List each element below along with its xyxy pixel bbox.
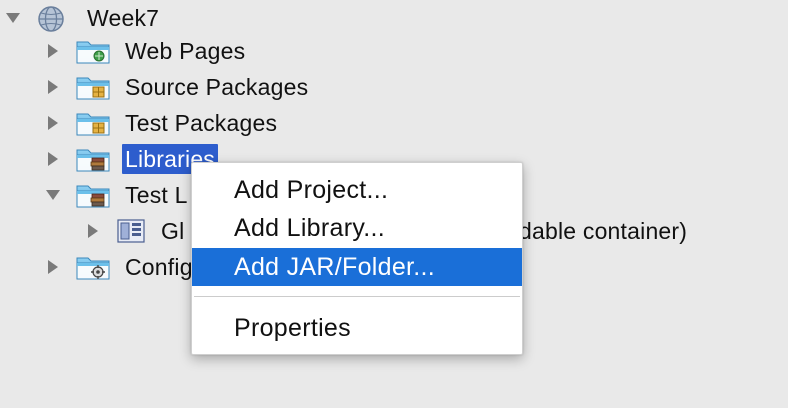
tree-node-label: Gl xyxy=(161,218,185,244)
tree-node-test-packages[interactable]: Test Packages xyxy=(44,105,280,141)
collapsed-triangle-icon[interactable] xyxy=(44,257,62,277)
collapsed-triangle-icon[interactable] xyxy=(44,113,62,133)
tree-node-label: Source Packages xyxy=(125,74,309,100)
menu-item-add-project[interactable]: Add Project... xyxy=(192,171,522,209)
tree-node-label-tail: dable container) xyxy=(519,218,688,244)
tree-node-test-libraries[interactable]: Test L xyxy=(44,177,191,213)
menu-item-properties[interactable]: Properties xyxy=(192,309,522,347)
collapsed-triangle-icon[interactable] xyxy=(84,221,102,241)
collapsed-triangle-icon[interactable] xyxy=(44,149,62,169)
source-packages-folder-icon xyxy=(76,74,110,100)
tree-node-source-packages[interactable]: Source Packages xyxy=(44,69,311,105)
expanded-triangle-icon[interactable] xyxy=(44,185,62,205)
libraries-folder-icon xyxy=(76,146,110,172)
context-menu: Add Project... Add Library... Add JAR/Fo… xyxy=(191,162,523,355)
tree-node-label: Test Packages xyxy=(125,110,278,136)
test-packages-folder-icon xyxy=(76,110,110,136)
tree-node-label: Web Pages xyxy=(125,38,246,64)
tree-node-label: Test L xyxy=(125,182,188,208)
globe-project-icon xyxy=(36,5,70,32)
collapsed-triangle-icon[interactable] xyxy=(44,41,62,61)
web-pages-folder-icon xyxy=(76,38,110,64)
tree-node-label-suffix: dable container) xyxy=(516,213,690,249)
tree-node-label: Week7 xyxy=(87,5,160,31)
menu-item-add-library[interactable]: Add Library... xyxy=(192,209,522,247)
collapsed-triangle-icon[interactable] xyxy=(44,77,62,97)
library-jar-icon xyxy=(116,218,146,244)
tree-node-library-jar[interactable]: Gl xyxy=(84,213,187,249)
menu-separator xyxy=(194,296,520,297)
tree-node-week7[interactable]: Week7 xyxy=(4,0,162,36)
expanded-triangle-icon[interactable] xyxy=(4,8,22,28)
tree-node-label: Config xyxy=(125,254,193,280)
menu-item-add-jar-folder[interactable]: Add JAR/Folder... xyxy=(192,248,522,286)
tree-node-web-pages[interactable]: Web Pages xyxy=(44,33,248,69)
test-libraries-folder-icon xyxy=(76,182,110,208)
configuration-files-folder-icon xyxy=(76,254,110,280)
tree-node-configuration-files[interactable]: Config xyxy=(44,249,196,285)
